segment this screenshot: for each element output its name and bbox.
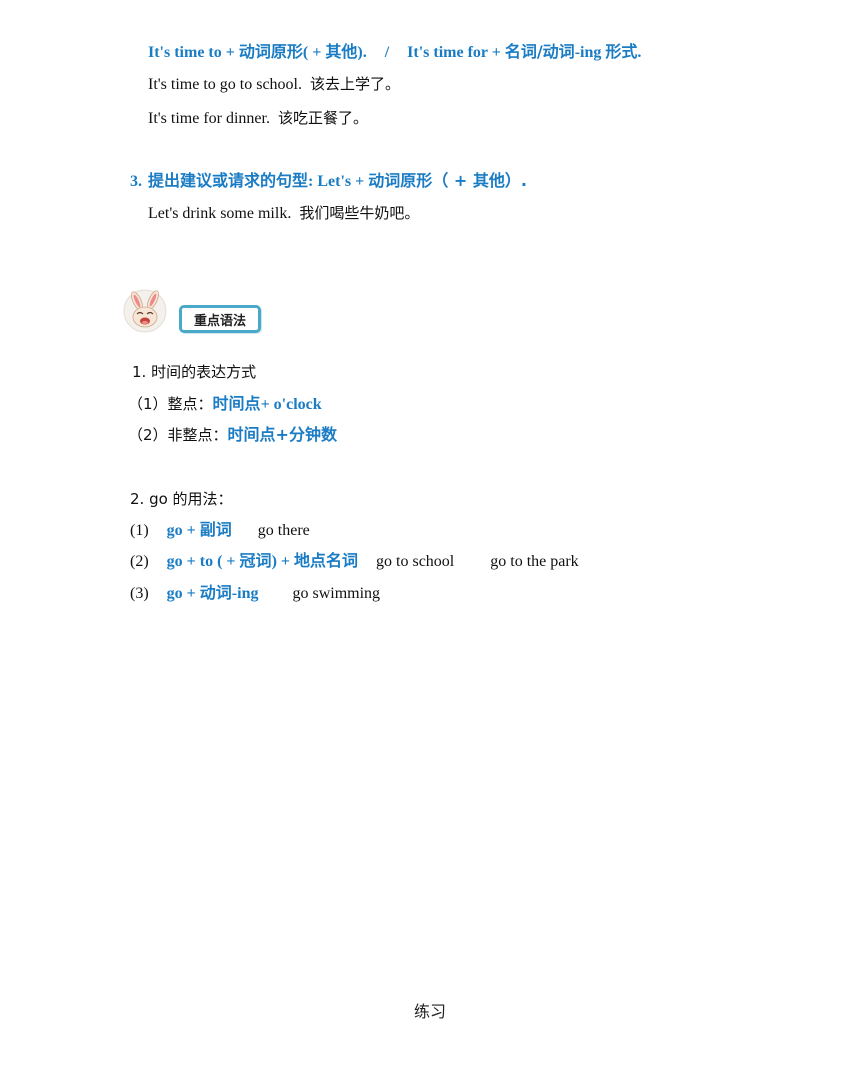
example-phrase: go to the park xyxy=(490,553,579,570)
rule-text: 形式 xyxy=(605,42,638,61)
go-usage-title: 2. go 的用法： xyxy=(130,489,233,510)
rule-text: 提出建议或请求的句型 xyxy=(148,171,309,190)
example-en: It's time to go to school. xyxy=(148,76,302,93)
item-number: (2) xyxy=(130,553,149,570)
rule-text: go + xyxy=(166,585,200,602)
rule-text: . xyxy=(637,44,642,61)
example-cn: 我们喝些牛奶吧。 xyxy=(299,204,420,222)
example-phrase: go swimming xyxy=(292,585,381,602)
rule-text: It's time to + xyxy=(148,44,239,61)
rule-text: : Let's + xyxy=(308,173,369,190)
rule-text: 名词/动词 xyxy=(504,42,575,61)
rule-text: ）. xyxy=(504,171,527,190)
go-usage-item: (2) go + to ( + 冠词) + 地点名词 go to school go … xyxy=(130,551,579,572)
rule-text: 副词 xyxy=(199,520,232,539)
example-en: It's time for dinner. xyxy=(148,110,270,127)
rule-text: 时间点 xyxy=(212,394,261,413)
time-expression-item: （1）整点：时间点+ o'clock xyxy=(128,394,322,415)
rule-text: 动词原形 xyxy=(238,42,303,61)
rule-text: ). xyxy=(357,44,367,61)
item-label: （1）整点： xyxy=(128,395,213,413)
rule-text: go + to ( + xyxy=(166,553,240,570)
rule-text: 动词原形 xyxy=(368,171,433,190)
example-cn: 该去上学了。 xyxy=(309,75,400,93)
rule-text: -ing xyxy=(231,585,259,602)
time-pattern-rule: It's time to + 动词原形( + 其他). / It's time fo… xyxy=(148,42,641,63)
example-en: Let's drink some milk. xyxy=(148,205,292,222)
key-grammar-badge: 重点语法 xyxy=(179,305,261,333)
example-phrase: go there xyxy=(257,522,310,539)
rule-text: 其他 xyxy=(325,42,358,61)
rule-text: 其他 xyxy=(472,171,505,190)
rule-text: ) + xyxy=(271,553,295,570)
rabbit-icon xyxy=(123,289,167,333)
time-expression-item: （2）非整点：时间点+分钟数 xyxy=(128,425,337,446)
rule-text: 时间点+分钟数 xyxy=(227,425,337,444)
go-usage-item: (3) go + 动词-ing go swimming xyxy=(130,583,380,604)
example-sentence: It's time to go to school. 该去上学了。 xyxy=(148,74,400,95)
rule-text: It's time for + xyxy=(407,44,505,61)
rule-text: 动词 xyxy=(199,583,232,602)
example-sentence: Let's drink some milk. 我们喝些牛奶吧。 xyxy=(148,203,419,224)
rule-text: ( + xyxy=(302,44,326,61)
rule-number: 3. xyxy=(130,173,142,190)
example-sentence: It's time for dinner. 该吃正餐了。 xyxy=(148,108,368,129)
item-label: （2）非整点： xyxy=(128,426,228,444)
example-phrase: go to school xyxy=(376,553,455,570)
example-cn: 该吃正餐了。 xyxy=(277,109,368,127)
rule-text: go + xyxy=(166,522,200,539)
section-title: 1. 时间的表达方式 xyxy=(132,363,257,381)
suggestion-pattern-rule: 3. 提出建议或请求的句型: Let's + 动词原形（ + 其他）. xyxy=(130,171,527,192)
rule-text: （ + xyxy=(432,171,473,190)
item-number: (1) xyxy=(130,522,149,539)
item-number: (3) xyxy=(130,585,149,602)
practice-heading: 练习 xyxy=(413,1002,446,1021)
rule-text: -ing xyxy=(574,44,606,61)
time-expression-title: 1. 时间的表达方式 xyxy=(132,362,256,383)
separator: / xyxy=(384,44,390,61)
go-usage-item: (1) go + 副词 go there xyxy=(130,520,310,541)
rule-text: 地点名词 xyxy=(294,551,359,570)
rule-text: 冠词 xyxy=(239,551,272,570)
rule-text: + o'clock xyxy=(260,396,322,413)
section-title: 2. go 的用法： xyxy=(130,490,233,508)
